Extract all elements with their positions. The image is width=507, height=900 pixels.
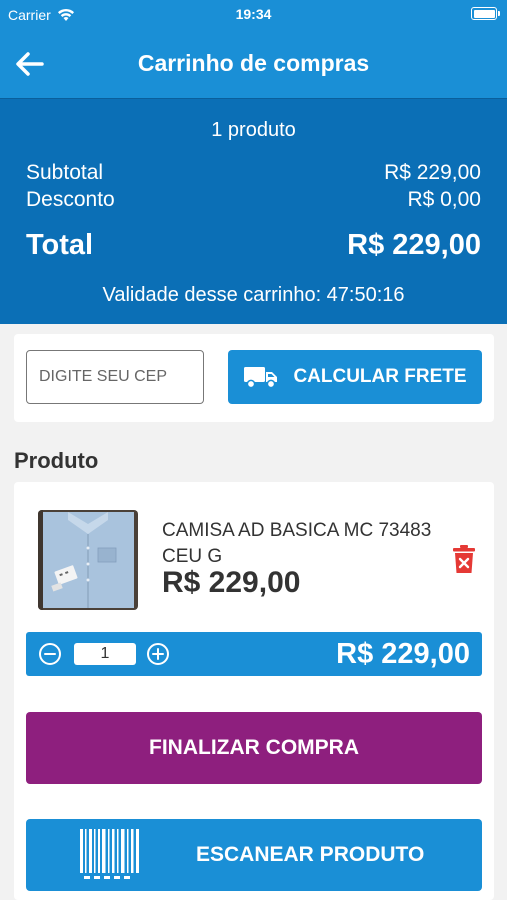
trash-icon[interactable] [451,544,477,574]
calculate-shipping-button[interactable]: CALCULAR FRETE [228,350,482,404]
scan-product-button[interactable]: ESCANEAR PRODUTO [26,819,482,891]
subtotal-label: Subtotal [26,161,104,184]
finalize-purchase-button[interactable]: FINALIZAR COMPRA [26,712,482,784]
barcode-icon [80,829,139,879]
total-value: R$ 229,00 [347,229,481,261]
product-image[interactable] [38,510,138,610]
page-title: Carrinho de compras [137,50,370,76]
total-row: Total R$ 229,00 [26,229,481,262]
quantity-bar: R$ 229,00 [26,632,482,676]
subtotal-value: R$ 229,00 [384,161,481,184]
minus-icon[interactable] [38,642,62,666]
truck-icon [244,367,278,389]
product-count: 1 produto [211,119,296,141]
finalize-purchase-label: FINALIZAR COMPRA [149,736,359,759]
product-price: R$ 229,00 [162,566,301,599]
quantity-input[interactable] [74,643,136,665]
subtotal-row: Subtotal R$ 229,00 [26,161,481,185]
total-label: Total [26,229,94,261]
product-name: CAMISA AD BASICA MC 73483 CEU G [162,520,432,567]
products-section-title: Produto [14,448,99,473]
cart-summary: 1 produto Subtotal R$ 229,00 Desconto R$… [0,98,507,324]
line-total: R$ 229,00 [336,638,470,670]
cep-input[interactable] [26,350,204,404]
scan-product-label: ESCANEAR PRODUTO [196,843,425,866]
nav-bar: Carrinho de compras [0,30,507,98]
product-card: CAMISA AD BASICA MC 73483 CEU G R$ 229,0… [14,482,494,900]
status-bar: Carrier 19:34 [0,0,507,30]
discount-row: Desconto R$ 0,00 [26,188,481,212]
battery-icon [471,7,500,20]
discount-value: R$ 0,00 [407,188,481,211]
clock: 19:34 [235,6,272,22]
cart-validity: Validade desse carrinho: 47:50:16 [102,284,405,306]
discount-label: Desconto [26,188,115,211]
shipping-card: CALCULAR FRETE [14,334,494,422]
calculate-shipping-label: CALCULAR FRETE [293,366,467,387]
plus-icon[interactable] [146,642,170,666]
